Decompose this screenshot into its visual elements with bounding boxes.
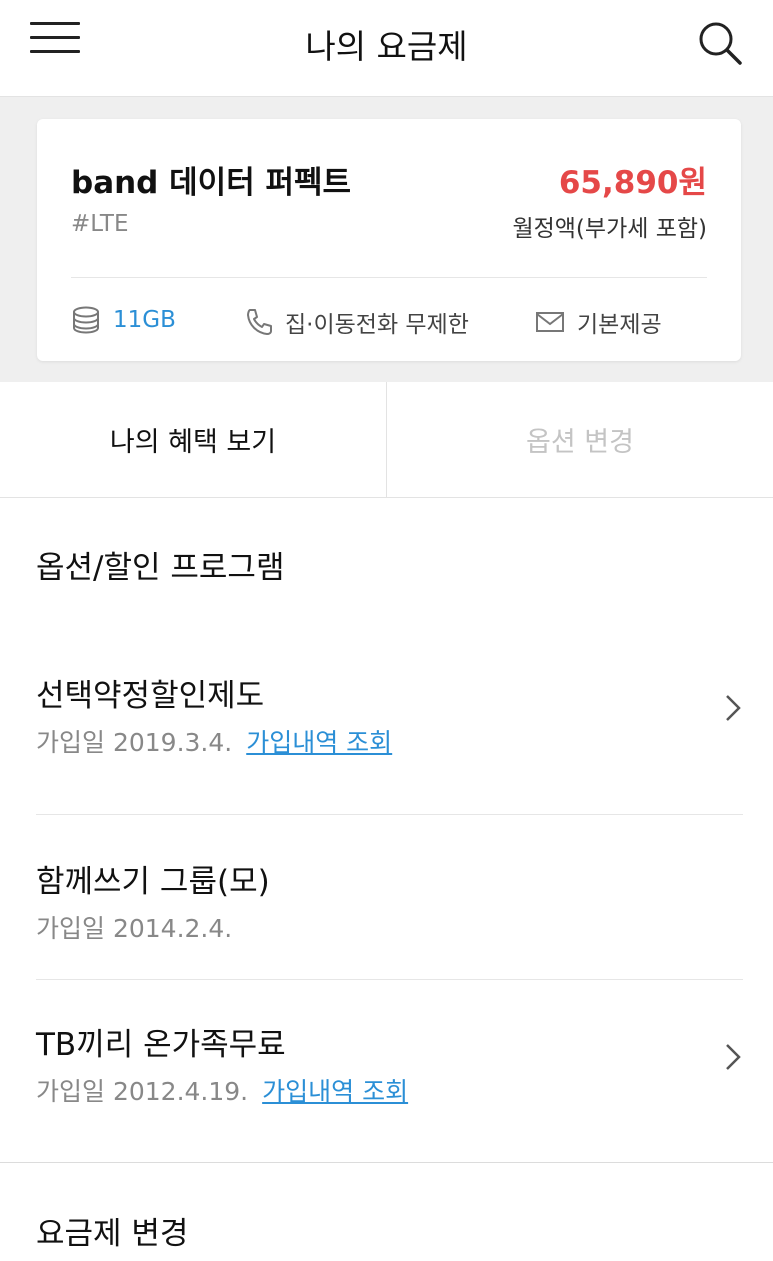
feature-data: 11GB (71, 305, 176, 335)
feature-call: 집·이동전화 무제한 (243, 305, 469, 339)
join-history-link[interactable]: 가입내역 조회 (246, 728, 392, 757)
phone-icon (247, 309, 272, 335)
feature-message: 기본제공 (535, 305, 662, 339)
item-title: 함께쓰기 그룹(모) (36, 864, 270, 900)
list-divider (36, 979, 743, 980)
item-title: 선택약정할인제도 (36, 678, 265, 714)
chevron-right-icon (723, 692, 743, 728)
item-subtitle: 가입일 2014.2.4. (36, 909, 743, 945)
plan-change-link[interactable]: 요금제 변경 (36, 1208, 188, 1253)
plan-summary-area: band 데이터 퍼펙트 65,890원 #LTE 월정액(부가세 포함) 11… (0, 97, 773, 382)
item-date: 가입일 2019.3.4. (36, 728, 233, 757)
list-item-tb-family[interactable]: TB끼리 온가족무료 가입일 2012.4.19. 가입내역 조회 (36, 1019, 743, 1108)
item-subtitle: 가입일 2012.4.19. 가입내역 조회 (36, 1072, 743, 1108)
item-date: 가입일 2012.4.19. (36, 1077, 249, 1106)
feature-call-label: 집·이동전화 무제한 (285, 312, 469, 338)
search-icon[interactable] (695, 18, 745, 68)
item-title: TB끼리 온가족무료 (36, 1027, 286, 1063)
database-icon (73, 306, 99, 334)
plan-price-note: 월정액(부가세 포함) (512, 216, 707, 242)
list-item-selective-discount[interactable]: 선택약정할인제도 가입일 2019.3.4. 가입내역 조회 (36, 670, 743, 759)
app-header: 나의 요금제 (0, 0, 773, 97)
join-history-link[interactable]: 가입내역 조회 (262, 1077, 408, 1106)
plan-card-divider (71, 277, 707, 278)
tab-benefit[interactable]: 나의 혜택 보기 (0, 382, 386, 497)
list-divider (36, 814, 743, 815)
item-date: 가입일 2014.2.4. (36, 914, 233, 943)
page-title: 나의 요금제 (305, 27, 468, 66)
feature-message-label: 기본제공 (577, 312, 662, 338)
plan-card: band 데이터 퍼펙트 65,890원 #LTE 월정액(부가세 포함) 11… (37, 119, 741, 361)
tab-bar: 나의 혜택 보기 옵션 변경 (0, 382, 773, 498)
plan-name: band 데이터 퍼펙트 (71, 165, 352, 201)
section-divider (0, 1162, 773, 1163)
envelope-icon (536, 312, 564, 332)
tab-option-change[interactable]: 옵션 변경 (386, 382, 773, 497)
section-title-options: 옵션/할인 프로그램 (36, 550, 285, 586)
feature-data-label: 11GB (113, 307, 176, 333)
item-subtitle: 가입일 2019.3.4. 가입내역 조회 (36, 723, 743, 759)
plan-tag: #LTE (71, 211, 129, 237)
chevron-right-icon (723, 1041, 743, 1077)
list-item-shared-group: 함께쓰기 그룹(모) 가입일 2014.2.4. (36, 856, 743, 945)
plan-price: 65,890원 (558, 165, 707, 201)
